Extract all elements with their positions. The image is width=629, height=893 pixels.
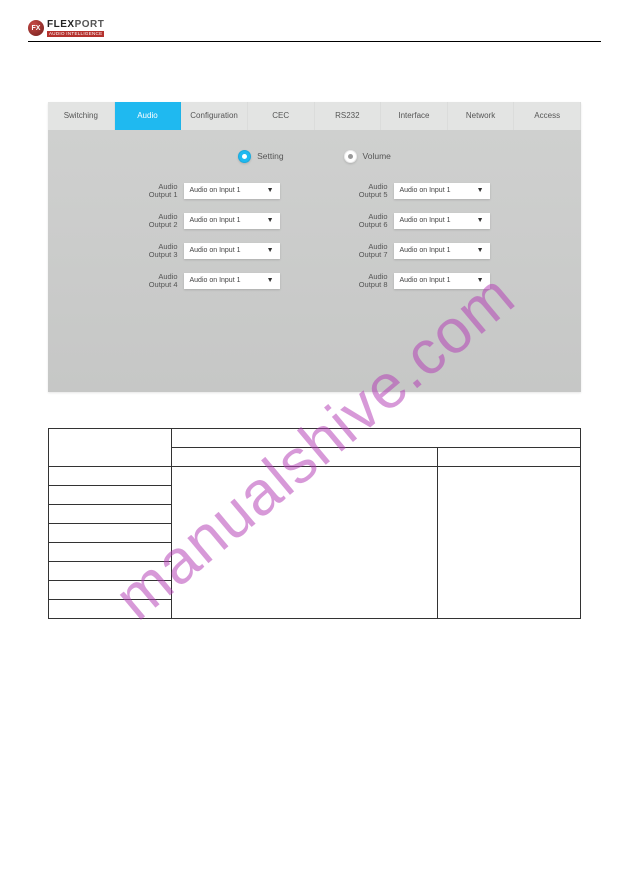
logo-subtitle: AUDIO INTELLIGENCE: [47, 31, 104, 37]
chevron-down-icon: ▼: [477, 277, 484, 284]
logo-name-bold: FLEX: [47, 19, 75, 30]
output-label-3: Audio Output 3: [140, 243, 178, 259]
radio-setting[interactable]: Setting: [238, 150, 283, 163]
chevron-down-icon: ▼: [267, 187, 274, 194]
radio-selected-icon: [238, 150, 251, 163]
output-select-7[interactable]: Audio on Input 1 ▼: [394, 243, 490, 259]
table-header-main: [49, 428, 172, 466]
output-select-8[interactable]: Audio on Input 1 ▼: [394, 273, 490, 289]
output-label-8: Audio Output 8: [350, 273, 388, 289]
tab-switching[interactable]: Switching: [48, 102, 115, 130]
logo-name-light: PORT: [75, 19, 105, 30]
table-header-sub-1: [172, 447, 438, 466]
table-cell-left: [49, 599, 172, 618]
chevron-down-icon: ▼: [267, 217, 274, 224]
output-label-2: Audio Output 2: [140, 213, 178, 229]
table-cell-left: [49, 542, 172, 561]
output-label-5: Audio Output 5: [350, 183, 388, 199]
table-cell-merge-1: [172, 466, 438, 618]
chevron-down-icon: ▼: [477, 247, 484, 254]
radio-volume[interactable]: Volume: [344, 150, 391, 163]
output-select-7-value: Audio on Input 1: [400, 247, 451, 254]
radio-unselected-icon: [344, 150, 357, 163]
output-label-6: Audio Output 6: [350, 213, 388, 229]
output-row-8: Audio Output 8 Audio on Input 1 ▼: [350, 273, 490, 289]
output-row-4: Audio Output 4 Audio on Input 1 ▼: [140, 273, 280, 289]
page-header: FX FLEXPORT AUDIO INTELLIGENCE: [28, 20, 601, 42]
output-label-1: Audio Output 1: [140, 183, 178, 199]
output-column-left: Audio Output 1 Audio on Input 1 ▼ Audio …: [140, 183, 280, 289]
output-row-3: Audio Output 3 Audio on Input 1 ▼: [140, 243, 280, 259]
output-grid: Audio Output 1 Audio on Input 1 ▼ Audio …: [48, 175, 581, 297]
logo-badge-icon: FX: [28, 20, 44, 36]
radio-setting-label: Setting: [257, 151, 283, 161]
tab-configuration[interactable]: Configuration: [181, 102, 248, 130]
output-select-1-value: Audio on Input 1: [190, 187, 241, 194]
output-label-4: Audio Output 4: [140, 273, 178, 289]
output-select-8-value: Audio on Input 1: [400, 277, 451, 284]
table-cell-left: [49, 561, 172, 580]
output-row-6: Audio Output 6 Audio on Input 1 ▼: [350, 213, 490, 229]
output-select-5-value: Audio on Input 1: [400, 187, 451, 194]
output-select-6[interactable]: Audio on Input 1 ▼: [394, 213, 490, 229]
tab-bar: Switching Audio Configuration CEC RS232 …: [48, 102, 581, 130]
logo-badge-text: FX: [32, 25, 41, 32]
output-select-3-value: Audio on Input 1: [190, 247, 241, 254]
table-cell-left: [49, 504, 172, 523]
logo: FX FLEXPORT AUDIO INTELLIGENCE: [28, 20, 104, 37]
output-select-4[interactable]: Audio on Input 1 ▼: [184, 273, 280, 289]
output-row-1: Audio Output 1 Audio on Input 1 ▼: [140, 183, 280, 199]
sub-toggle: Setting Volume: [48, 130, 581, 175]
output-row-5: Audio Output 5 Audio on Input 1 ▼: [350, 183, 490, 199]
output-row-2: Audio Output 2 Audio on Input 1 ▼: [140, 213, 280, 229]
output-select-1[interactable]: Audio on Input 1 ▼: [184, 183, 280, 199]
config-panel: Switching Audio Configuration CEC RS232 …: [48, 102, 581, 392]
chevron-down-icon: ▼: [477, 187, 484, 194]
table-cell-left: [49, 485, 172, 504]
logo-name: FLEXPORT: [47, 20, 104, 30]
output-select-4-value: Audio on Input 1: [190, 277, 241, 284]
table-cell-left: [49, 466, 172, 485]
output-label-7: Audio Output 7: [350, 243, 388, 259]
tab-network[interactable]: Network: [448, 102, 515, 130]
chevron-down-icon: ▼: [267, 277, 274, 284]
output-select-5[interactable]: Audio on Input 1 ▼: [394, 183, 490, 199]
tab-cec[interactable]: CEC: [248, 102, 315, 130]
output-column-right: Audio Output 5 Audio on Input 1 ▼ Audio …: [350, 183, 490, 289]
output-row-7: Audio Output 7 Audio on Input 1 ▼: [350, 243, 490, 259]
tab-interface[interactable]: Interface: [381, 102, 448, 130]
logo-text: FLEXPORT AUDIO INTELLIGENCE: [47, 20, 104, 37]
table-header-row-1: [49, 428, 581, 447]
table-header-sub-2: [438, 447, 581, 466]
tab-access[interactable]: Access: [514, 102, 581, 130]
output-select-2-value: Audio on Input 1: [190, 217, 241, 224]
output-select-6-value: Audio on Input 1: [400, 217, 451, 224]
table-cell-left: [49, 523, 172, 542]
table-cell-merge-2: [438, 466, 581, 618]
output-select-2[interactable]: Audio on Input 1 ▼: [184, 213, 280, 229]
tab-audio[interactable]: Audio: [115, 102, 182, 130]
chevron-down-icon: ▼: [477, 217, 484, 224]
table-row: [49, 466, 581, 485]
output-select-3[interactable]: Audio on Input 1 ▼: [184, 243, 280, 259]
table-cell-left: [49, 580, 172, 599]
table-header-top: [172, 428, 581, 447]
settings-table: [48, 428, 581, 619]
chevron-down-icon: ▼: [267, 247, 274, 254]
tab-rs232[interactable]: RS232: [315, 102, 382, 130]
radio-volume-label: Volume: [363, 151, 391, 161]
